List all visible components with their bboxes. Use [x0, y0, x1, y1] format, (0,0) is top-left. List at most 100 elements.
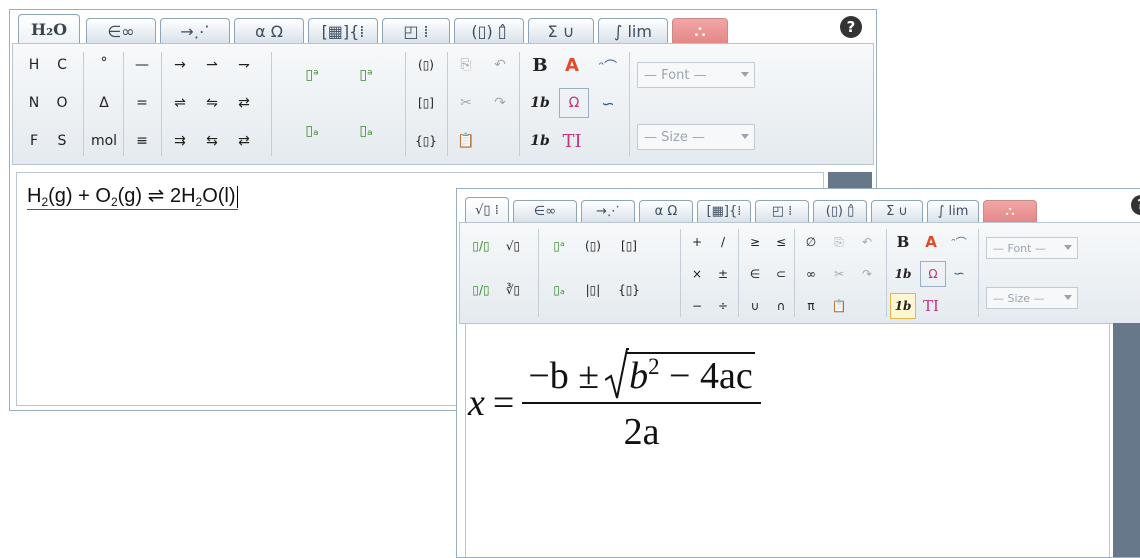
pi-button[interactable]: π: [798, 293, 824, 319]
brace-button[interactable]: {▯}: [616, 277, 642, 303]
tab-matrices[interactable]: [▦]{⁞: [308, 18, 378, 43]
color-icon[interactable]: A: [557, 50, 587, 80]
triple-bond-button[interactable]: ≡: [127, 126, 157, 156]
arrow-button[interactable]: ⇋: [197, 88, 227, 118]
italic-button-selected[interactable]: 1b: [890, 293, 916, 319]
bold-button[interactable]: B: [890, 229, 916, 255]
element-button[interactable]: F: [19, 126, 49, 156]
brace-button[interactable]: {▯}: [411, 126, 441, 156]
font-dropdown[interactable]: — Font —: [637, 62, 755, 88]
delta-button[interactable]: Δ: [89, 88, 119, 118]
tab-scripts[interactable]: ◰ ⁞: [755, 200, 809, 222]
tab-custom[interactable]: ⛬: [672, 18, 728, 43]
curly-icon[interactable]: ∽: [946, 261, 972, 287]
italic-button[interactable]: 1b: [890, 261, 916, 287]
arrow-button[interactable]: ⇌: [165, 88, 195, 118]
tab-sums[interactable]: Σ ∪: [871, 200, 923, 222]
tab-custom[interactable]: ⛬: [983, 200, 1037, 222]
arrow-button[interactable]: →: [165, 50, 195, 80]
bracket-button[interactable]: [▯]: [616, 233, 642, 259]
bold-button[interactable]: B: [525, 50, 555, 80]
tab-brackets[interactable]: (▯) ▯̂: [813, 200, 867, 222]
arrow-button[interactable]: ⇄: [229, 88, 259, 118]
minus-button[interactable]: −: [684, 293, 710, 319]
subsup-left-icon[interactable]: ▯ᵃ: [297, 60, 327, 90]
mol-button[interactable]: mol: [89, 126, 119, 156]
element-button[interactable]: C: [47, 50, 77, 80]
tab-sets[interactable]: ∈∞: [513, 200, 577, 222]
double-bond-button[interactable]: =: [127, 88, 157, 118]
tab-arrows[interactable]: →⋰: [581, 200, 635, 222]
element-button[interactable]: N: [19, 88, 49, 118]
div-button[interactable]: ÷: [710, 293, 736, 319]
fraction-icon[interactable]: ▯/▯: [468, 233, 494, 259]
slash-fraction-icon[interactable]: ▯/▯: [468, 277, 494, 303]
element-button[interactable]: H: [19, 50, 49, 80]
tab-greek[interactable]: α Ω: [234, 18, 304, 43]
copy-icon[interactable]: ⎘: [451, 50, 481, 80]
tab-calculus[interactable]: ∫ lim: [598, 18, 668, 43]
redo-icon[interactable]: ↷: [854, 261, 880, 287]
arrow-button[interactable]: ⇀: [197, 50, 227, 80]
copy-icon[interactable]: ⎘: [826, 229, 852, 255]
tab-arrows[interactable]: →⋰: [160, 18, 230, 43]
undo-icon[interactable]: ↶: [485, 50, 515, 80]
color-icon[interactable]: A: [918, 229, 944, 255]
tab-brackets[interactable]: (▯) ▯̂: [454, 18, 524, 43]
italic-button[interactable]: 1b: [525, 88, 555, 118]
geq-button[interactable]: ≥: [742, 229, 768, 255]
emptyset-button[interactable]: ∅: [798, 229, 824, 255]
tab-scripts[interactable]: ◰ ⁞: [382, 18, 450, 43]
arrow-button[interactable]: ⇆: [197, 126, 227, 156]
divide-slash-button[interactable]: /: [710, 229, 736, 255]
tab-calculus[interactable]: ∫ lim: [927, 200, 979, 222]
subscript-icon[interactable]: ▯ₐ: [351, 116, 381, 146]
italic-button-2[interactable]: 1b: [525, 126, 555, 156]
paste-icon[interactable]: 📋: [826, 293, 852, 319]
sqrt-icon[interactable]: √▯: [500, 233, 526, 259]
text-mode-button[interactable]: TI: [557, 126, 587, 156]
arrow-button[interactable]: ⇄: [229, 126, 259, 156]
paste-icon[interactable]: 📋: [451, 126, 481, 156]
infinity-button[interactable]: ∞: [798, 261, 824, 287]
single-bond-button[interactable]: —: [127, 50, 157, 80]
bracket-button[interactable]: [▯]: [411, 88, 441, 118]
intersection-button[interactable]: ∩: [768, 293, 794, 319]
size-dropdown[interactable]: — Size —: [986, 287, 1078, 309]
text-mode-button[interactable]: TI: [918, 293, 944, 319]
element-of-button[interactable]: ∈: [742, 261, 768, 287]
font-dropdown[interactable]: — Font —: [986, 237, 1078, 259]
plus-button[interactable]: +: [684, 229, 710, 255]
cut-icon[interactable]: ✂: [451, 88, 481, 118]
arrow-button[interactable]: ⇁: [229, 50, 259, 80]
plusminus-button[interactable]: ±: [710, 261, 736, 287]
paren-button[interactable]: (▯): [411, 50, 441, 80]
tab-fractions[interactable]: √▯ ⁞: [465, 197, 509, 222]
degree-button[interactable]: °: [89, 48, 119, 78]
tab-sums[interactable]: Σ ∪: [528, 18, 594, 43]
handwriting-icon[interactable]: ᵔ⌒: [946, 229, 972, 255]
sidebar-panel[interactable]: [1113, 323, 1140, 557]
union-button[interactable]: ∪: [742, 293, 768, 319]
equation-editor-area[interactable]: x = −b ± b2 − 4ac 2a: [465, 323, 1110, 557]
times-button[interactable]: ×: [684, 261, 710, 287]
arrow-button[interactable]: ⇉: [165, 126, 195, 156]
handwriting-icon[interactable]: ᵔ⌒: [593, 50, 623, 80]
tab-chemistry[interactable]: H₂O: [18, 14, 80, 43]
subset-button[interactable]: ⊂: [768, 261, 794, 287]
cut-icon[interactable]: ✂: [826, 261, 852, 287]
abs-button[interactable]: |▯|: [580, 277, 606, 303]
help-icon[interactable]: ?: [1131, 195, 1140, 215]
leq-button[interactable]: ≤: [768, 229, 794, 255]
element-button[interactable]: O: [47, 88, 77, 118]
tab-matrices[interactable]: [▦]{⁞: [697, 200, 751, 222]
special-char-icon[interactable]: Ω: [920, 261, 946, 287]
overunder-icon[interactable]: ▯ₐ: [297, 116, 327, 146]
undo-icon[interactable]: ↶: [854, 229, 880, 255]
subscript-icon[interactable]: ▯ₐ: [546, 277, 572, 303]
size-dropdown[interactable]: — Size —: [637, 124, 755, 150]
tab-sets[interactable]: ∈∞: [86, 18, 156, 43]
nth-root-icon[interactable]: ∛▯: [500, 277, 526, 303]
superscript-icon[interactable]: ▯ᵃ: [546, 233, 572, 259]
paren-button[interactable]: (▯): [580, 233, 606, 259]
